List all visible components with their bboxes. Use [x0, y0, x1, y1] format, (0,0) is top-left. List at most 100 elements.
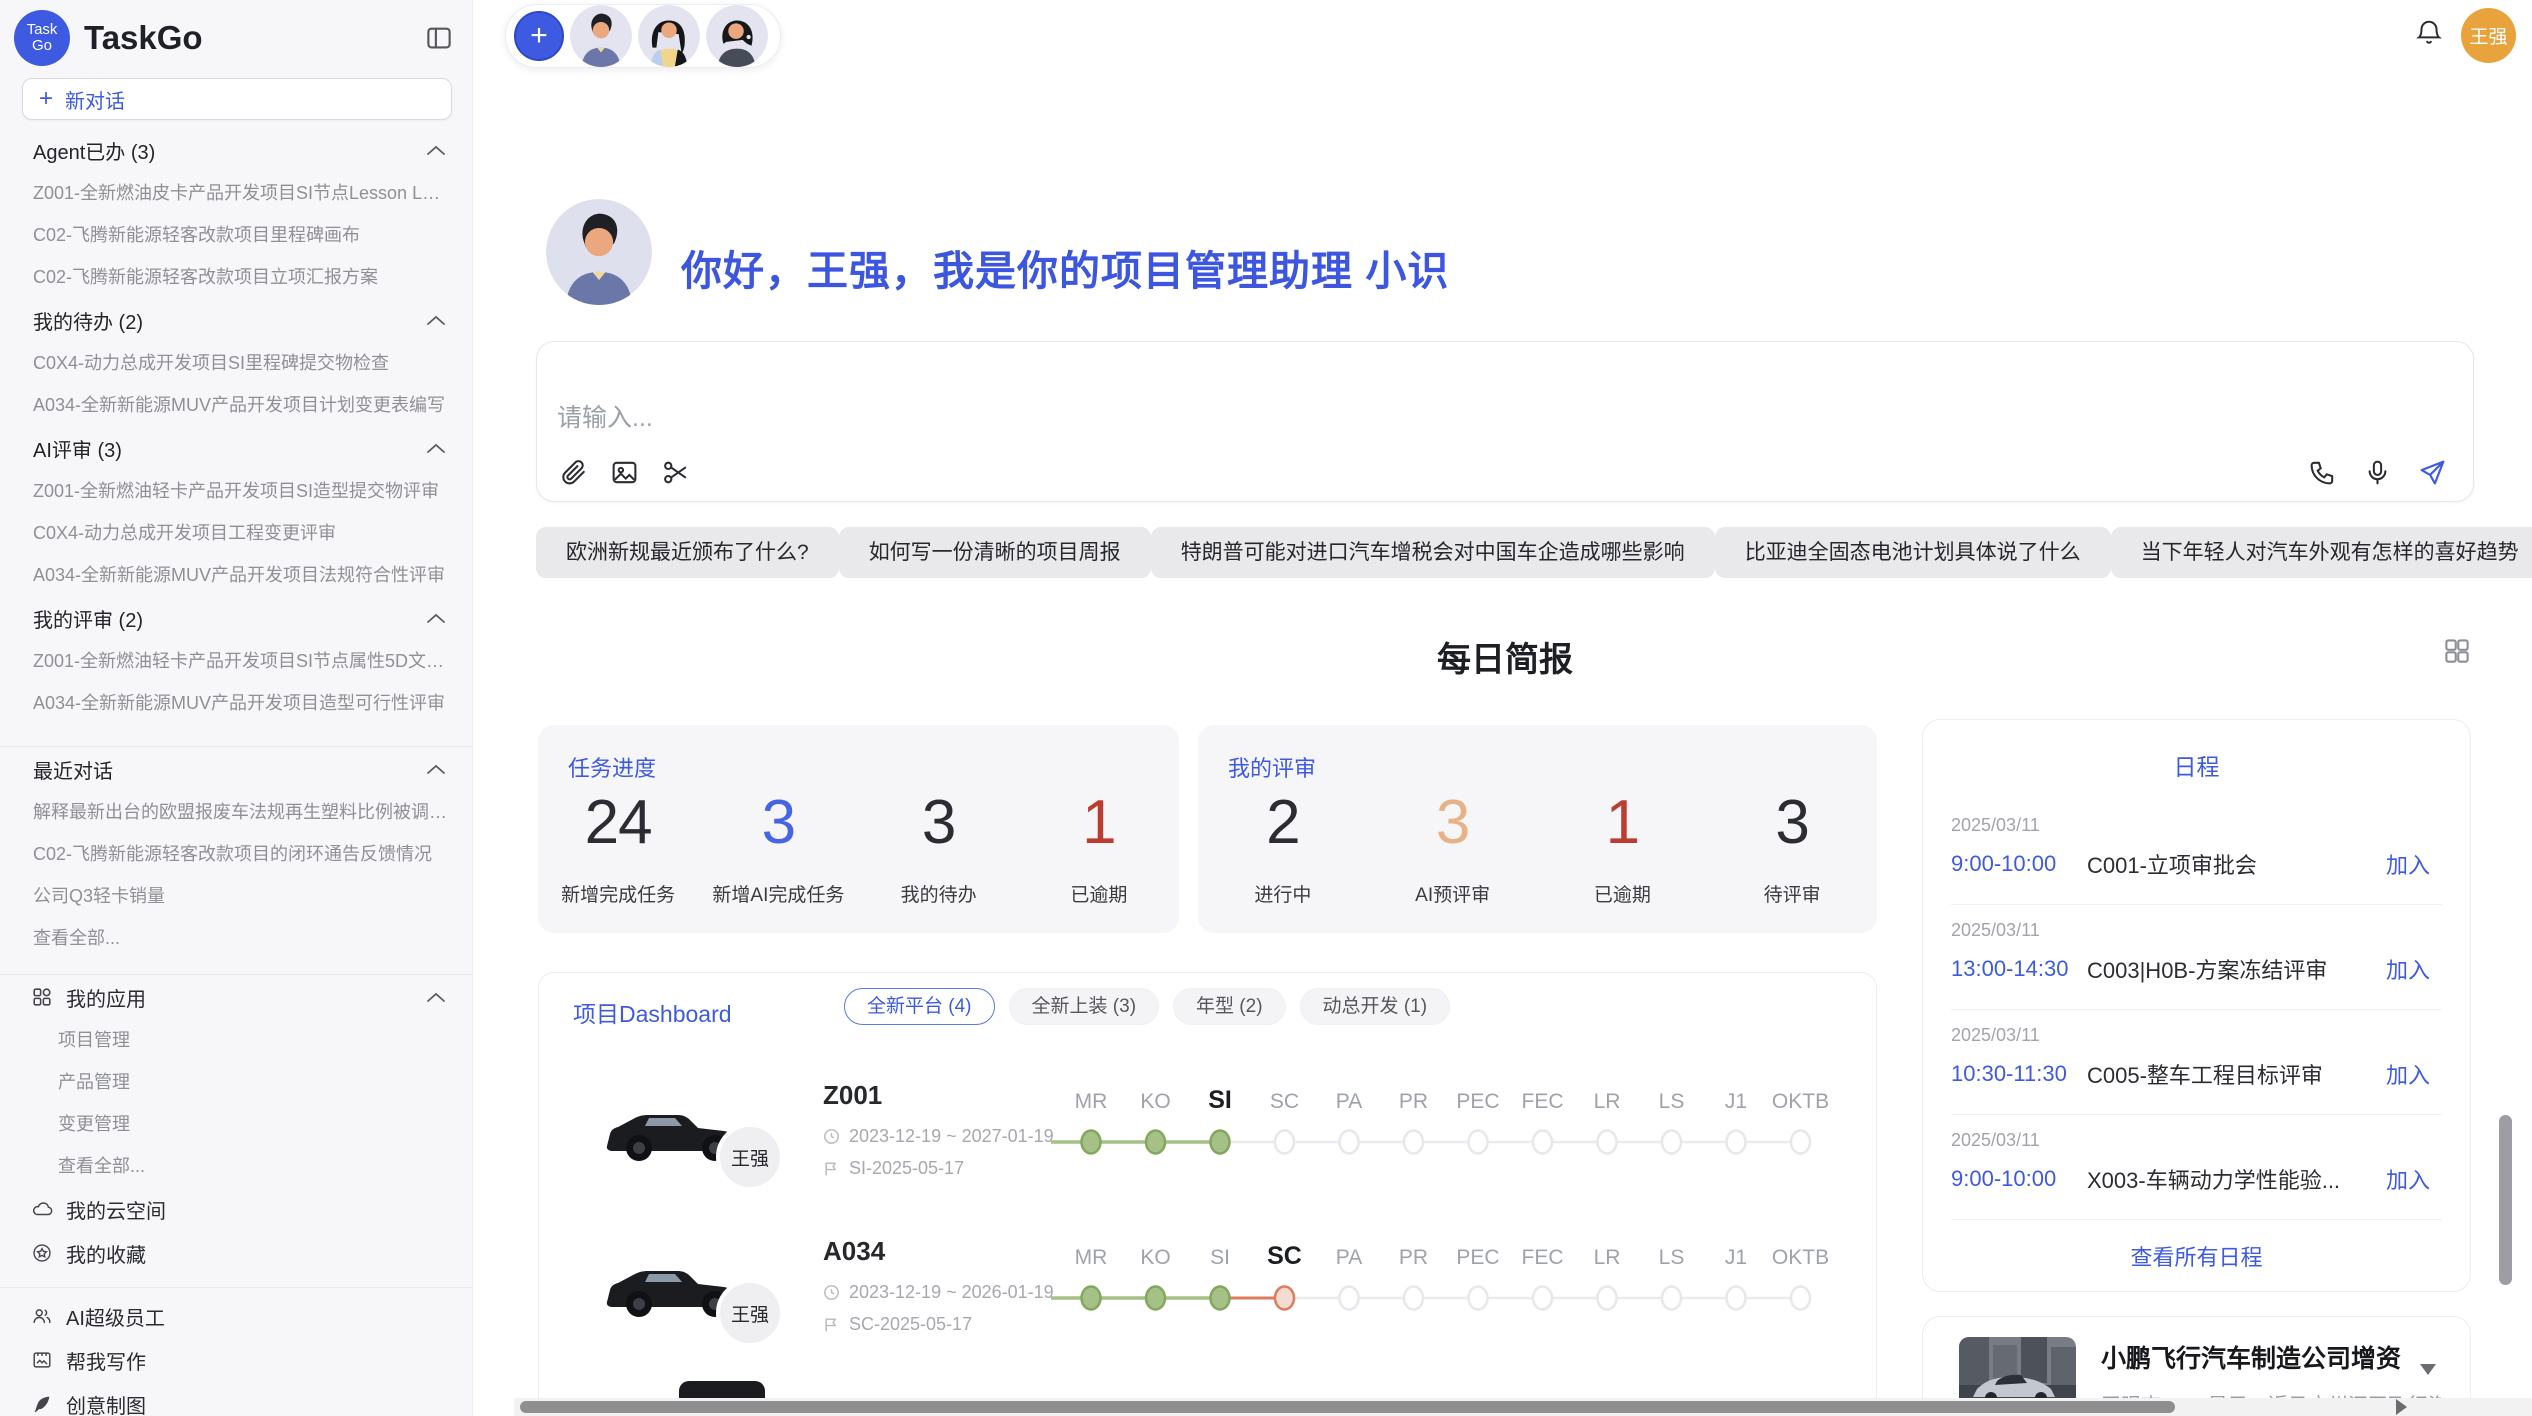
view-all-schedule-link[interactable]: 查看所有日程: [1951, 1240, 2442, 1272]
milestone-dot-PA: [1340, 1131, 1359, 1154]
scroll-down-arrow[interactable]: [2420, 1364, 2436, 1375]
dashboard-tab-1[interactable]: 全新平台 (4): [844, 988, 995, 1025]
user-avatar[interactable]: 王强: [2461, 8, 2516, 63]
stat-value: 24: [538, 787, 698, 858]
join-meeting-link[interactable]: 加入: [2386, 953, 2430, 985]
milestone-strip: MRKOSISCPAPRPECFECLRLSJ1OKTB: [1046, 1236, 1846, 1341]
chat-input[interactable]: [557, 404, 1957, 433]
brief-layout-icon[interactable]: [2442, 636, 2472, 666]
schedule-date: 2025/03/11: [1951, 1025, 2442, 1046]
sidebar-task-item[interactable]: C0X4-动力总成开发项目SI里程碑提交物检查: [0, 342, 472, 384]
suggestion-chip[interactable]: 比亚迪全固态电池计划具体说了什么: [1715, 527, 2111, 578]
microphone-icon[interactable]: [2363, 458, 2392, 487]
recent-chat-item[interactable]: C02-飞腾新能源轻客改款项目的闭环通告反馈情况: [0, 833, 472, 875]
apps-grid-icon: [31, 986, 53, 1008]
milestone-dot-LS: [1662, 1131, 1681, 1154]
stat-label: 我的待办: [859, 880, 1019, 907]
stat-metric: 3AI预评审: [1368, 787, 1538, 907]
project-date-range: 2023-12-19 ~ 2026-01-19: [849, 1282, 1054, 1303]
sidebar-task-item[interactable]: A034-全新新能源MUV产品开发项目造型可行性评审: [0, 682, 472, 724]
sidebar-task-item[interactable]: C02-飞腾新能源轻客改款项目里程碑画布: [0, 214, 472, 256]
pen-icon: [31, 1393, 53, 1415]
sidebar-section-header[interactable]: Agent已办 (3): [0, 128, 472, 172]
clock-icon: [823, 1284, 840, 1301]
voice-call-icon[interactable]: [2308, 458, 2337, 487]
sidebar-task-item[interactable]: C02-飞腾新能源轻客改款项目立项汇报方案: [0, 256, 472, 298]
scroll-right-arrow[interactable]: [2396, 1399, 2407, 1415]
apps-view-all-link[interactable]: 查看全部...: [0, 1145, 472, 1187]
add-agent-button[interactable]: +: [514, 11, 564, 61]
project-code: A034: [823, 1236, 885, 1267]
milestone-label-SC: SC: [1270, 1090, 1299, 1113]
app-item[interactable]: 产品管理: [0, 1061, 472, 1103]
schedule-date: 2025/03/11: [1951, 920, 2442, 941]
sidebar-task-item[interactable]: A034-全新新能源MUV产品开发项目法规符合性评审: [0, 554, 472, 596]
horizontal-scrollbar-thumb[interactable]: [520, 1401, 2175, 1413]
assistant-avatar: [546, 199, 652, 305]
dashboard-tab-4[interactable]: 动总开发 (1): [1300, 988, 1451, 1025]
attach-icon[interactable]: [559, 458, 588, 487]
schedule-card: 日程 2025/03/119:00-10:00C001-立项审批会加入2025/…: [1922, 719, 2471, 1292]
chevron-up-icon: [426, 315, 446, 326]
stat-label: 新增AI完成任务: [698, 880, 858, 907]
app-item[interactable]: 项目管理: [0, 1019, 472, 1061]
my-cloud-space-item[interactable]: 我的云空间: [0, 1187, 472, 1231]
new-chat-label: 新对话: [65, 85, 125, 114]
app-item[interactable]: 变更管理: [0, 1103, 472, 1145]
sidebar-collapse-icon[interactable]: [424, 23, 454, 53]
vertical-scrollbar-thumb[interactable]: [2499, 1115, 2512, 1285]
milestone-label-PEC: PEC: [1456, 1246, 1499, 1269]
suggestion-chip[interactable]: 当下年轻人对汽车外观有怎样的喜好趋势: [2111, 527, 2532, 578]
new-chat-button[interactable]: + 新对话: [22, 78, 452, 120]
suggestion-chip[interactable]: 欧洲新规最近颁布了什么?: [536, 527, 839, 578]
sidebar-task-item[interactable]: A034-全新新能源MUV产品开发项目计划变更表编写: [0, 384, 472, 426]
milestone-label-PR: PR: [1399, 1090, 1428, 1113]
my-favorites-item[interactable]: 我的收藏: [0, 1231, 472, 1275]
my-apps-header[interactable]: 我的应用: [0, 975, 472, 1019]
join-meeting-link[interactable]: 加入: [2386, 848, 2430, 880]
dashboard-tab-3[interactable]: 年型 (2): [1173, 988, 1286, 1025]
chevron-up-icon: [426, 145, 446, 156]
join-meeting-link[interactable]: 加入: [2386, 1163, 2430, 1195]
join-meeting-link[interactable]: 加入: [2386, 1058, 2430, 1090]
people-icon: [31, 1305, 53, 1327]
tool-item-3[interactable]: 创意制图: [0, 1382, 472, 1416]
notifications-bell-icon[interactable]: [2414, 18, 2444, 50]
recent-chats-header[interactable]: 最近对话: [0, 747, 472, 791]
agent-avatar-3[interactable]: [706, 5, 768, 67]
sidebar-section-header[interactable]: 我的评审 (2): [0, 596, 472, 640]
send-icon[interactable]: [2418, 458, 2447, 487]
screenshot-scissors-icon[interactable]: [661, 458, 690, 487]
milestone-label-MR: MR: [1075, 1090, 1108, 1113]
sidebar-task-item[interactable]: Z001-全新燃油轻卡产品开发项目SI造型提交物评审: [0, 470, 472, 512]
stat-value: 3: [859, 787, 1019, 858]
agent-avatar-1[interactable]: [570, 5, 632, 67]
sidebar-section-header[interactable]: 我的待办 (2): [0, 298, 472, 342]
sidebar-section-header[interactable]: AI评审 (3): [0, 426, 472, 470]
stat-label: AI预评审: [1368, 880, 1538, 907]
sidebar-task-item[interactable]: C0X4-动力总成开发项目工程变更评审: [0, 512, 472, 554]
recent-view-all-link[interactable]: 查看全部...: [0, 917, 472, 959]
schedule-time: 13:00-14:30: [1951, 956, 2087, 982]
flag-icon: [823, 1160, 840, 1177]
milestone-dot-PEC: [1469, 1287, 1488, 1310]
tool-item-2[interactable]: 帮我写作: [0, 1338, 472, 1382]
tool-item-1[interactable]: AI超级员工: [0, 1294, 472, 1338]
agent-avatar-2[interactable]: [638, 5, 700, 67]
recent-chat-item[interactable]: 解释最新出台的欧盟报废车法规再生塑料比例被调至15%...: [0, 791, 472, 833]
recent-chat-item[interactable]: 公司Q3轻卡销量: [0, 875, 472, 917]
project-row-Z001[interactable]: 王强Z0012023-12-19 ~ 2027-01-19SI-2025-05-…: [539, 1080, 1878, 1190]
suggestion-chip[interactable]: 特朗普可能对进口汽车增税会对中国车企造成哪些影响: [1151, 527, 1715, 578]
sidebar-task-item[interactable]: Z001-全新燃油皮卡产品开发项目SI节点Lesson Learn报告: [0, 172, 472, 214]
dashboard-tab-2[interactable]: 全新上装 (3): [1009, 988, 1160, 1025]
schedule-name: X003-车辆动力学性能验...: [2087, 1163, 2372, 1195]
suggestion-chip[interactable]: 如何写一份清晰的项目周报: [839, 527, 1151, 578]
schedule-date: 2025/03/11: [1951, 815, 2442, 836]
cloud-space-label: 我的云空间: [66, 1195, 446, 1224]
project-flag: SC-2025-05-17: [823, 1314, 972, 1335]
sidebar-task-item[interactable]: Z001-全新燃油轻卡产品开发项目SI节点属性5D文件评审: [0, 640, 472, 682]
image-upload-icon[interactable]: [610, 458, 639, 487]
section-title: 我的待办 (2): [33, 306, 426, 335]
stat-metric: 3新增AI完成任务: [698, 787, 858, 907]
project-row-A034[interactable]: 王强A0342023-12-19 ~ 2026-01-19SC-2025-05-…: [539, 1236, 1878, 1346]
